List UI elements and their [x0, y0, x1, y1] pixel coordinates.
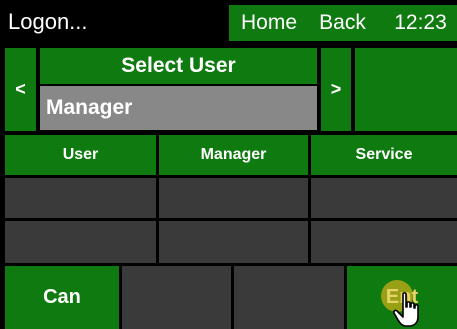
manager-option-button[interactable]: Manager	[159, 135, 308, 175]
home-button[interactable]: Home	[229, 5, 309, 41]
empty-cell	[5, 178, 156, 218]
service-option-button[interactable]: Service	[311, 135, 457, 175]
empty-cell	[159, 178, 308, 218]
empty-cell	[311, 178, 457, 218]
empty-cell	[159, 221, 308, 263]
empty-cell	[311, 221, 457, 263]
user-option-button[interactable]: User	[5, 135, 156, 175]
cancel-button[interactable]: Can	[5, 266, 119, 329]
back-button[interactable]: Back	[309, 5, 376, 41]
screen-title: Logon...	[8, 9, 88, 34]
clock: 12:23	[394, 11, 447, 34]
select-user-title: Select User	[40, 48, 317, 84]
hand-pointer-icon	[392, 292, 419, 327]
empty-cell	[234, 266, 344, 329]
selected-user-field[interactable]: Manager	[40, 86, 317, 130]
next-user-button[interactable]: >	[321, 48, 351, 131]
empty-cell	[5, 221, 156, 263]
blank-panel	[355, 48, 457, 131]
empty-cell	[122, 266, 231, 329]
previous-user-button[interactable]: <	[5, 48, 36, 131]
